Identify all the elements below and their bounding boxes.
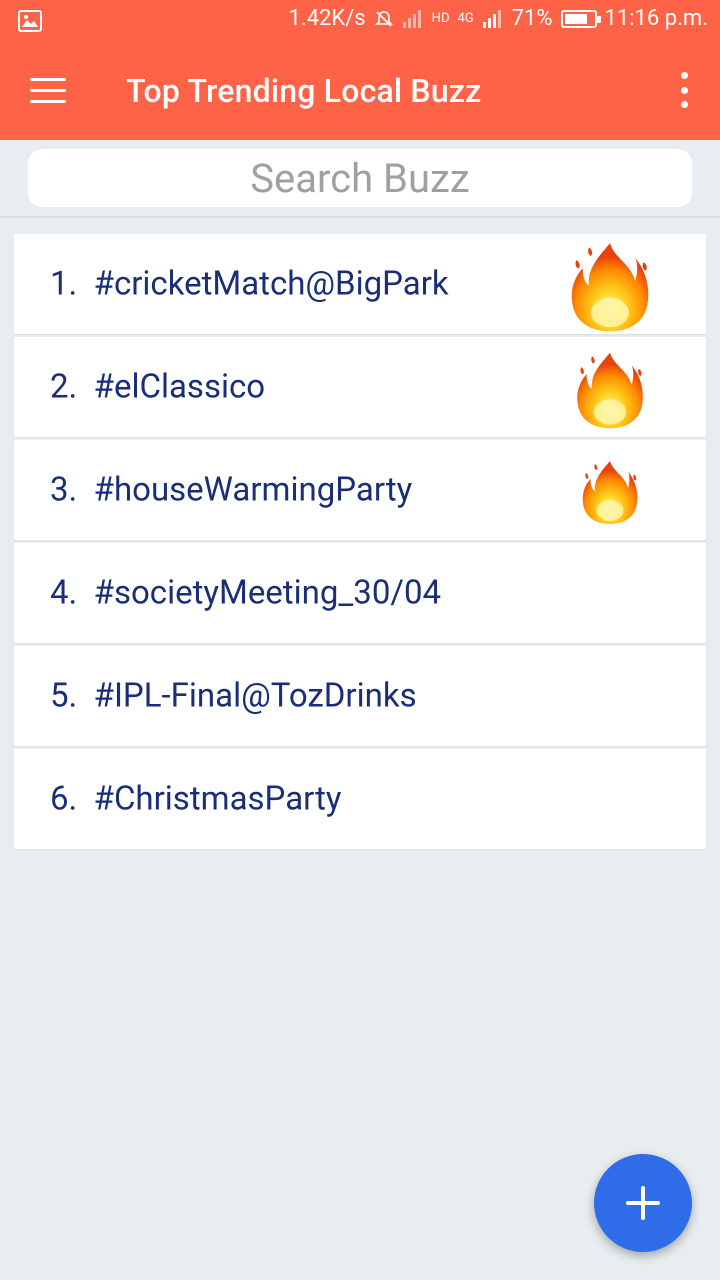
clock: 11:16 p.m. <box>604 6 709 31</box>
add-buzz-button[interactable] <box>594 1154 692 1252</box>
buzz-rank: 1. <box>50 264 78 304</box>
buzz-tag: #houseWarmingParty <box>93 470 413 510</box>
buzz-tag: #cricketMatch@BigPark <box>93 264 449 304</box>
buzz-label: 2. #elClassico <box>50 368 265 407</box>
buzz-rank: 3. <box>50 470 78 510</box>
image-notification-icon <box>18 10 42 32</box>
list-item[interactable]: 3. #houseWarmingParty <box>14 440 706 540</box>
buzz-tag: #elClassico <box>93 367 266 407</box>
fire-icon <box>577 352 643 428</box>
hd-indicator: HD <box>431 11 450 26</box>
buzz-list: 1. #cricketMatch@BigPark 2. #elClassico … <box>14 234 706 852</box>
buzz-rank: 5. <box>50 676 78 716</box>
network-speed: 1.42K/s <box>288 6 366 31</box>
battery-percent: 71% <box>511 6 553 31</box>
buzz-label: 6. #ChristmasParty <box>50 780 342 819</box>
list-item[interactable]: 2. #elClassico <box>14 337 706 437</box>
signal-icon-sim2 <box>482 9 501 28</box>
mute-icon <box>374 10 393 27</box>
page-title: Top Trending Local Buzz <box>126 72 482 110</box>
buzz-label: 3. #houseWarmingParty <box>50 471 412 510</box>
hamburger-menu-icon[interactable] <box>30 78 66 104</box>
list-item[interactable]: 1. #cricketMatch@BigPark <box>14 234 706 334</box>
fire-icon <box>582 461 638 525</box>
status-bar: 1.42K/s HD 4G 71% 11:16 p.m. <box>0 0 720 44</box>
plus-icon <box>626 1186 660 1220</box>
search-box[interactable] <box>28 149 692 207</box>
buzz-label: 5. #IPL-Final@TozDrinks <box>50 677 417 716</box>
buzz-rank: 4. <box>50 573 78 613</box>
fire-icon <box>571 242 649 332</box>
top-bar: 1.42K/s HD 4G 71% 11:16 p.m. Top Trendin… <box>0 0 720 140</box>
buzz-tag: #IPL-Final@TozDrinks <box>93 676 417 716</box>
more-options-icon[interactable] <box>678 72 690 108</box>
app-bar: Top Trending Local Buzz <box>0 44 720 140</box>
buzz-rank: 2. <box>50 367 78 407</box>
buzz-tag: #ChristmasParty <box>93 779 342 819</box>
search-bar-container <box>0 140 720 218</box>
battery-icon <box>560 9 601 28</box>
search-input[interactable] <box>28 154 692 202</box>
buzz-label: 4. #societyMeeting_30/04 <box>50 574 441 613</box>
signal-icon-sim1 <box>402 9 421 28</box>
list-item[interactable]: 4. #societyMeeting_30/04 <box>14 543 706 643</box>
buzz-tag: #societyMeeting_30/04 <box>93 573 442 613</box>
list-item[interactable]: 6. #ChristmasParty <box>14 749 706 849</box>
status-indicators: 1.42K/s HD 4G 71% 11:16 p.m. <box>289 6 708 31</box>
network-type: 4G <box>457 11 474 26</box>
buzz-rank: 6. <box>50 779 78 819</box>
buzz-label: 1. #cricketMatch@BigPark <box>50 265 449 304</box>
list-item[interactable]: 5. #IPL-Final@TozDrinks <box>14 646 706 746</box>
